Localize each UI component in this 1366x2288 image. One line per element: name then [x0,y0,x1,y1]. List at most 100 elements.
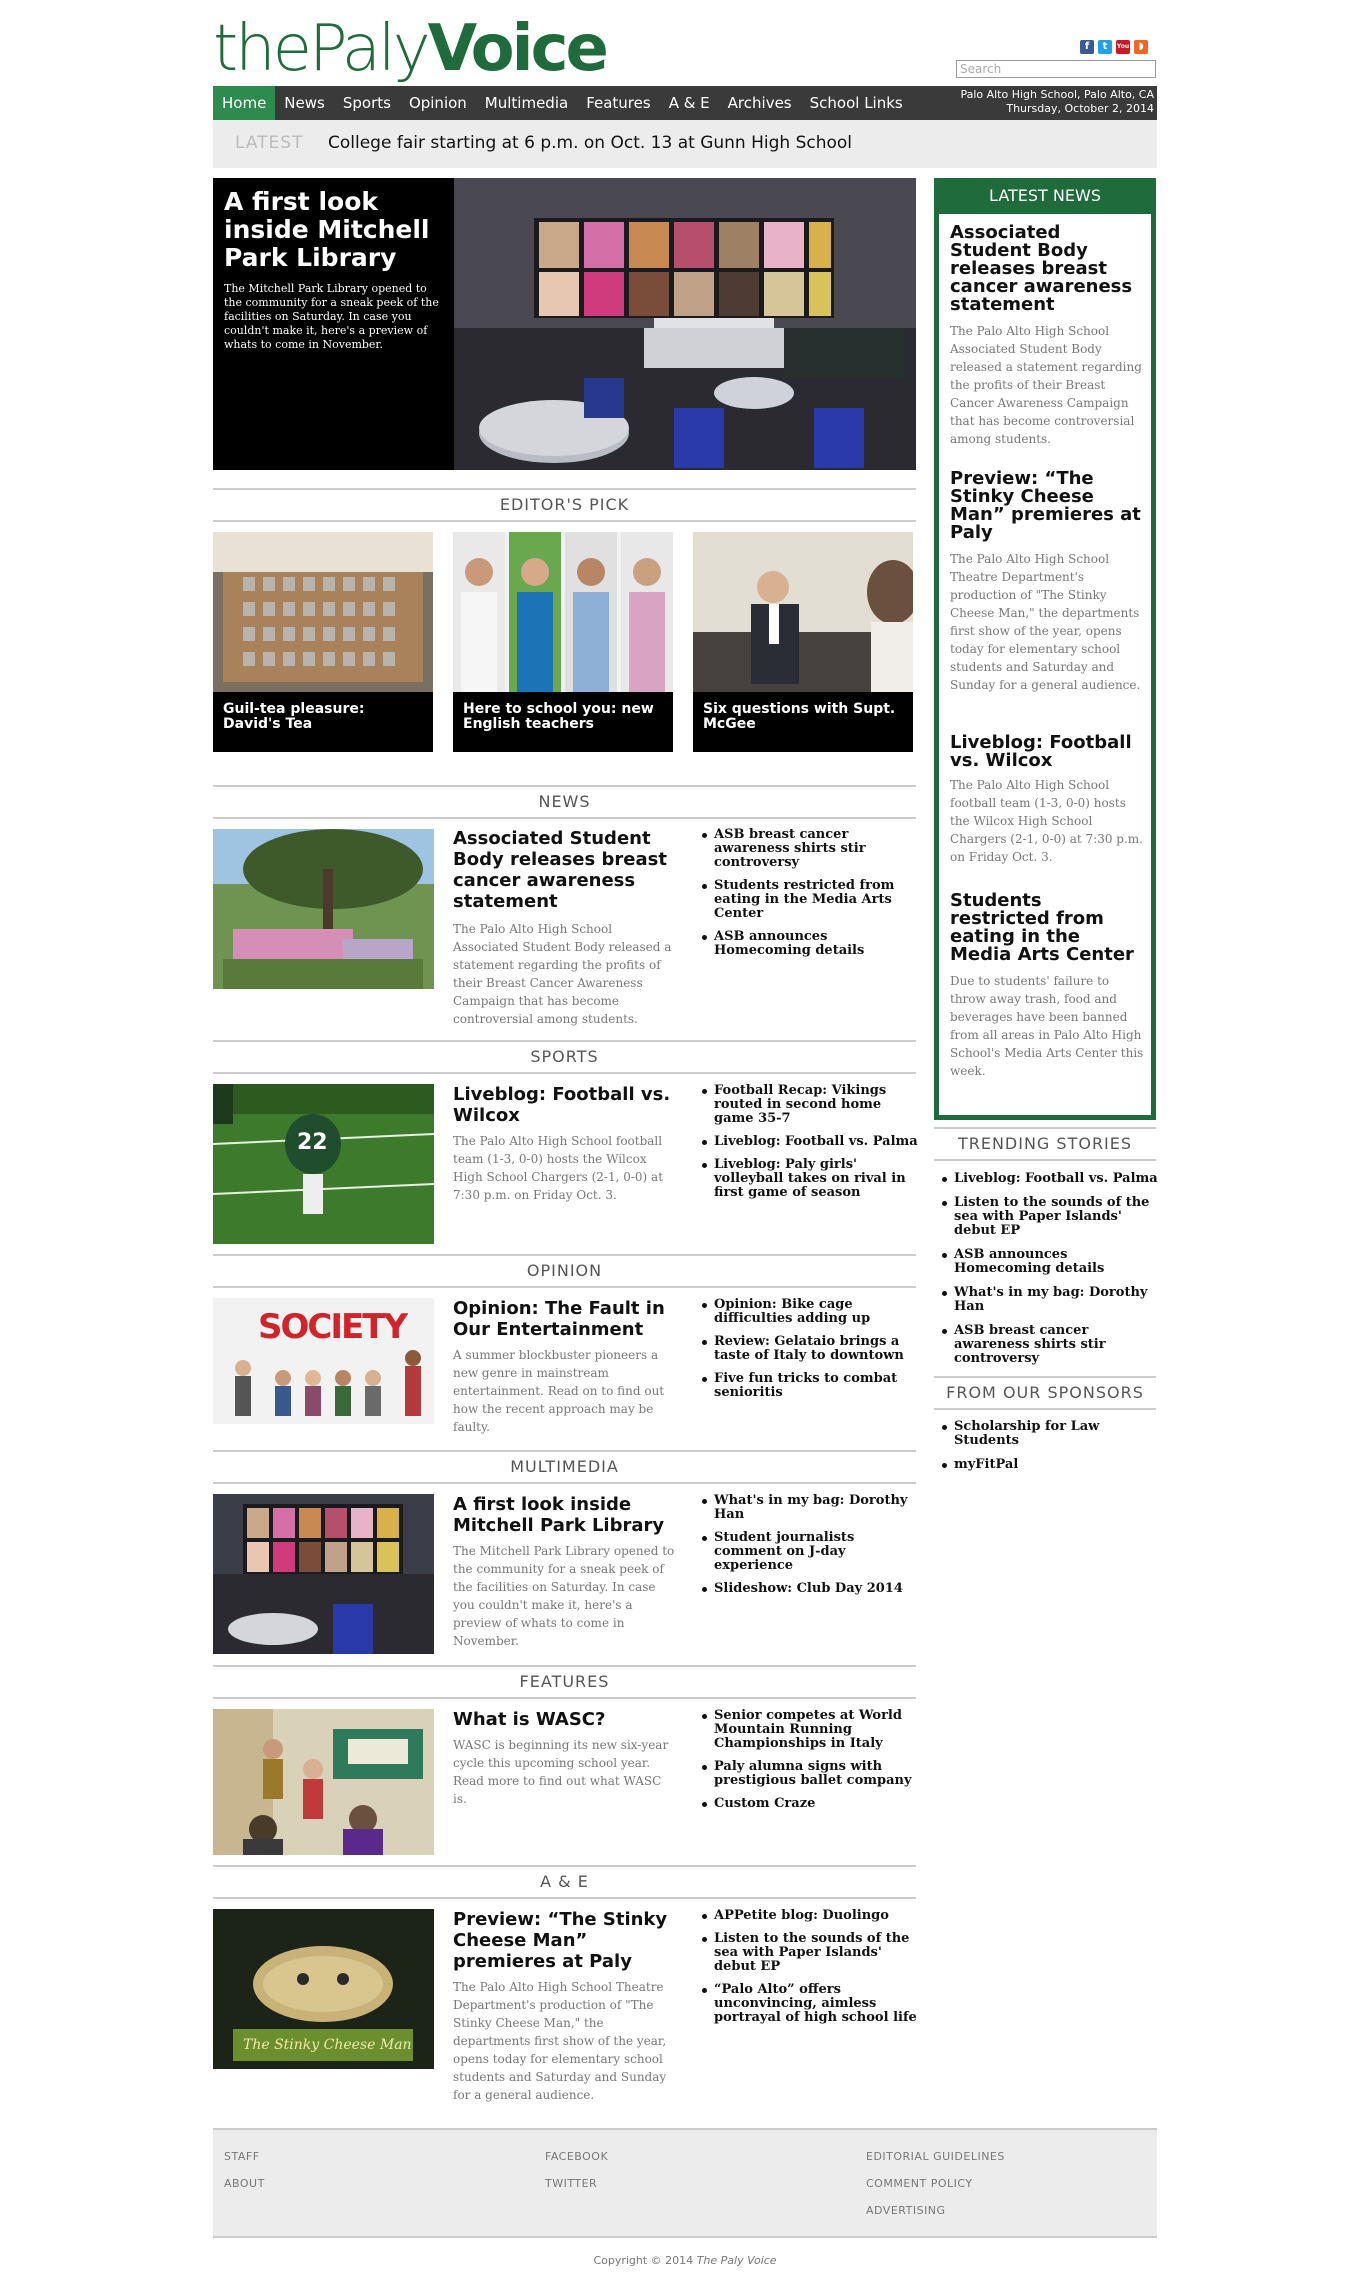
section-heading-features: FEATURES [213,1665,916,1699]
opinion-thumb-text: SOCIETY [258,1307,408,1347]
footer-link-staff[interactable]: STAFF [224,2150,260,2163]
editors-pick-caption: Guil-tea pleasure: David's Tea [213,692,433,752]
sidebar-story-desc: The Palo Alto High School Associated Stu… [950,324,1142,446]
features-related-list: Senior competes at World Mountain Runnin… [700,1709,920,1820]
facebook-icon[interactable]: f [1080,40,1094,54]
related-link[interactable]: Five fun tricks to combat senioritis [700,1372,920,1400]
section-heading-multimedia: MULTIMEDIA [213,1450,916,1484]
editors-pick-caption: Six questions with Supt. McGee [693,692,913,752]
sidebar-story-desc: The Palo Alto High School Theatre Depart… [950,552,1141,692]
editors-pick-image [213,532,433,692]
section-heading-news: NEWS [213,785,916,819]
nav-item-archives[interactable]: Archives [719,86,801,120]
related-link[interactable]: ASB breast cancer awareness shirts stir … [700,828,920,870]
features-thumbnail[interactable] [213,1709,434,1855]
trending-list: Liveblog: Football vs. Palma Listen to t… [940,1172,1158,1376]
social-links: f t You ◗ [1080,40,1148,54]
sidebar-story-title[interactable]: Associated Student Body releases breast … [950,224,1145,314]
ae-article-title[interactable]: Preview: “The Stinky Cheese Man” premier… [453,1909,678,1972]
features-article-title[interactable]: What is WASC? [453,1709,678,1730]
trending-link[interactable]: ASB announces Homecoming details [940,1248,1158,1276]
trending-link[interactable]: What's in my bag: Dorothy Han [940,1286,1158,1314]
sports-article-title[interactable]: Liveblog: Football vs. Wilcox [453,1084,678,1126]
editors-pick-card[interactable]: Six questions with Supt. McGee [693,532,913,752]
trending-link[interactable]: ASB breast cancer awareness shirts stir … [940,1324,1158,1366]
related-link[interactable]: Custom Craze [700,1797,920,1811]
news-article-title[interactable]: Associated Student Body releases breast … [453,828,678,912]
footer-link-facebook[interactable]: FACEBOOK [545,2150,608,2163]
related-link[interactable]: Liveblog: Paly girls' volleyball takes o… [700,1158,920,1200]
nav-item-features[interactable]: Features [577,86,660,120]
sidebar-story-title[interactable]: Preview: “The Stinky Cheese Man” premier… [950,470,1145,542]
related-link[interactable]: Slideshow: Club Day 2014 [700,1582,920,1596]
related-link[interactable]: Paly alumna signs with prestigious balle… [700,1760,920,1788]
sponsors-list: Scholarship for Law Students myFitPal [940,1420,1158,1482]
latest-label: LATEST [235,133,304,153]
youtube-icon[interactable]: You [1116,40,1130,54]
multimedia-article-title[interactable]: A first look inside Mitchell Park Librar… [453,1494,678,1536]
footer-link-editorial-guidelines[interactable]: EDITORIAL GUIDELINES [866,2150,1005,2163]
sidebar-story-title[interactable]: Liveblog: Football vs. Wilcox [950,734,1145,770]
editors-pick-card[interactable]: Here to school you: new English teachers [453,532,673,752]
sponsor-link[interactable]: Scholarship for Law Students [940,1420,1158,1448]
nav-item-news[interactable]: News [275,86,334,120]
hero-image[interactable] [454,178,916,470]
latest-news-heading: LATEST NEWS [934,178,1156,214]
twitter-icon[interactable]: t [1098,40,1112,54]
copyright-text: Copyright © 2014 [593,2254,694,2267]
sponsor-link[interactable]: myFitPal [940,1458,1158,1472]
related-link[interactable]: ASB announces Homecoming details [700,930,920,958]
related-link[interactable]: Liveblog: Football vs. Palma [700,1135,920,1149]
trending-link[interactable]: Liveblog: Football vs. Palma [940,1172,1158,1186]
related-link[interactable]: What's in my bag: Dorothy Han [700,1494,920,1522]
nav-item-school-links[interactable]: School Links [801,86,912,120]
trending-link[interactable]: Listen to the sounds of the sea with Pap… [940,1196,1158,1238]
nav-item-ae[interactable]: A & E [660,86,719,120]
multimedia-thumbnail[interactable] [213,1494,434,1654]
ae-article-desc: The Palo Alto High School Theatre Depart… [453,1980,667,2102]
section-heading-opinion: OPINION [213,1254,916,1288]
news-thumbnail[interactable] [213,829,434,989]
related-link[interactable]: Senior competes at World Mountain Runnin… [700,1709,920,1751]
hero-title[interactable]: A first look inside Mitchell Park Librar… [224,188,444,272]
school-location: Palo Alto High School, Palo Alto, CA [960,88,1154,101]
logo-word-voice: Voice [427,12,609,86]
editors-pick-card[interactable]: Guil-tea pleasure: David's Tea [213,532,433,752]
rss-icon[interactable]: ◗ [1134,40,1148,54]
news-related-list: ASB breast cancer awareness shirts stir … [700,828,920,967]
sidebar-story-title[interactable]: Students restricted from eating in the M… [950,892,1145,964]
related-link[interactable]: Students restricted from eating in the M… [700,879,920,921]
opinion-related-list: Opinion: Bike cage difficulties adding u… [700,1298,920,1409]
related-link[interactable]: “Palo Alto” offers unconvincing, aimless… [700,1983,920,2025]
ae-related-list: APPetite blog: Duolingo Listen to the so… [700,1909,920,2034]
features-article-desc: WASC is beginning its new six-year cycle… [453,1738,669,1806]
related-link[interactable]: Review: Gelataio brings a taste of Italy… [700,1335,920,1363]
latest-headline[interactable]: College fair starting at 6 p.m. on Oct. … [328,133,852,153]
opinion-article-desc: A summer blockbuster pioneers a new genr… [453,1348,665,1434]
opinion-article-title[interactable]: Opinion: The Fault in Our Entertainment [453,1298,678,1340]
site-logo[interactable]: thePalyVoice [213,12,609,86]
related-link[interactable]: APPetite blog: Duolingo [700,1909,920,1923]
nav-item-multimedia[interactable]: Multimedia [476,86,577,120]
sports-related-list: Football Recap: Vikings routed in second… [700,1084,920,1209]
sports-thumbnail[interactable]: 22 [213,1084,434,1244]
footer-link-about[interactable]: ABOUT [224,2177,265,2190]
sports-article-desc: The Palo Alto High School football team … [453,1134,664,1202]
footer-link-twitter[interactable]: TWITTER [545,2177,597,2190]
nav-item-home[interactable]: Home [213,86,276,120]
trending-heading: TRENDING STORIES [934,1127,1156,1161]
related-link[interactable]: Listen to the sounds of the sea with Pap… [700,1932,920,1974]
footer-link-advertising[interactable]: ADVERTISING [866,2204,946,2217]
related-link[interactable]: Football Recap: Vikings routed in second… [700,1084,920,1126]
related-link[interactable]: Opinion: Bike cage difficulties adding u… [700,1298,920,1326]
opinion-thumbnail[interactable]: SOCIETY [213,1298,434,1424]
ae-thumbnail[interactable]: The Stinky Cheese Man [213,1909,434,2069]
search-input[interactable]: Search [956,60,1156,78]
copyright: Copyright © 2014 The Paly Voice [213,2254,1157,2267]
current-date: Thursday, October 2, 2014 [1006,102,1154,115]
footer-link-comment-policy[interactable]: COMMENT POLICY [866,2177,973,2190]
nav-item-sports[interactable]: Sports [334,86,400,120]
multimedia-article-desc: The Mitchell Park Library opened to the … [453,1544,675,1648]
related-link[interactable]: Student journalists comment on J-day exp… [700,1531,920,1573]
nav-item-opinion[interactable]: Opinion [400,86,476,120]
